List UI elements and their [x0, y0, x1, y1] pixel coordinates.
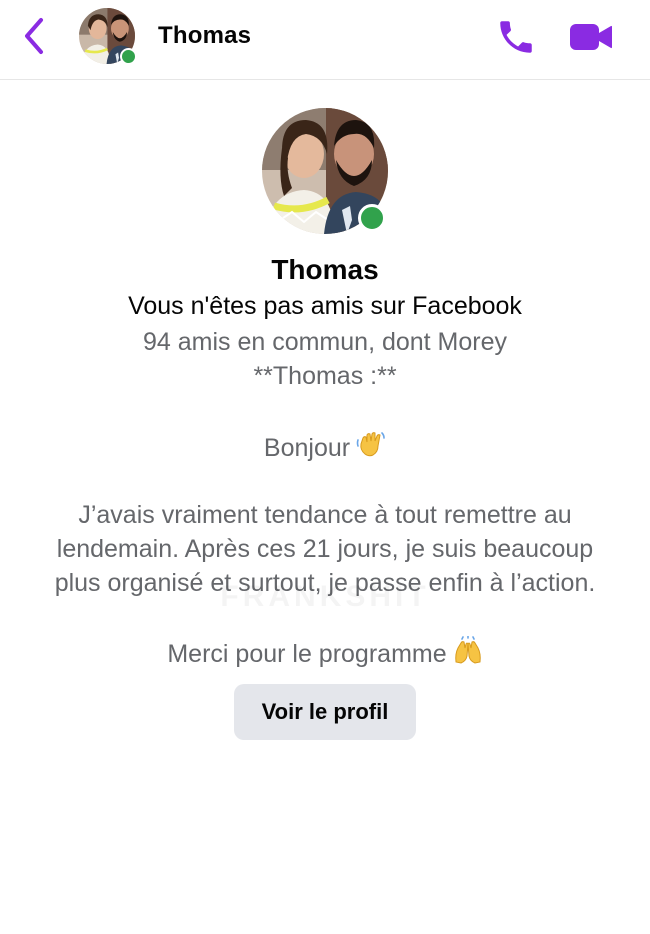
video-call-button[interactable]	[566, 14, 616, 60]
video-camera-icon	[570, 24, 612, 50]
watermark: FRANKSHIT	[0, 580, 650, 614]
header-contact-name[interactable]: Thomas	[158, 22, 251, 50]
header-avatar[interactable]	[79, 8, 137, 65]
view-profile-button[interactable]: Voir le profil	[234, 684, 416, 740]
chevron-left-icon	[25, 18, 43, 54]
profile-name: Thomas	[271, 254, 379, 285]
message-author-line: **Thomas :**	[253, 362, 397, 390]
mutual-friends-text: 94 amis en commun, dont Morey	[142, 328, 508, 356]
raising-hands-icon	[453, 635, 483, 673]
thanks-text: Merci pour le programme	[167, 640, 447, 668]
greeting-line: Bonjour	[0, 430, 650, 467]
back-button[interactable]	[14, 14, 54, 58]
thanks-line: Merci pour le programme	[0, 635, 650, 673]
message-body-line: lendemain. Après ces 21 jours, je suis b…	[56, 535, 594, 563]
phone-icon	[500, 21, 532, 53]
friend-status-text: Vous n'êtes pas amis sur Facebook	[128, 292, 522, 320]
chat-header: Thomas	[0, 0, 650, 80]
audio-call-button[interactable]	[493, 14, 539, 60]
profile-avatar[interactable]	[262, 108, 388, 234]
greeting-text: Bonjour	[263, 434, 351, 462]
message-body-line: J’avais vraiment tendance à tout remettr…	[78, 501, 572, 529]
online-indicator	[120, 48, 137, 65]
online-indicator	[358, 204, 386, 232]
waving-hand-icon	[356, 430, 386, 467]
chat-screen: Thomas Thomas Vous n'êtes pas amis sur F…	[0, 0, 650, 934]
